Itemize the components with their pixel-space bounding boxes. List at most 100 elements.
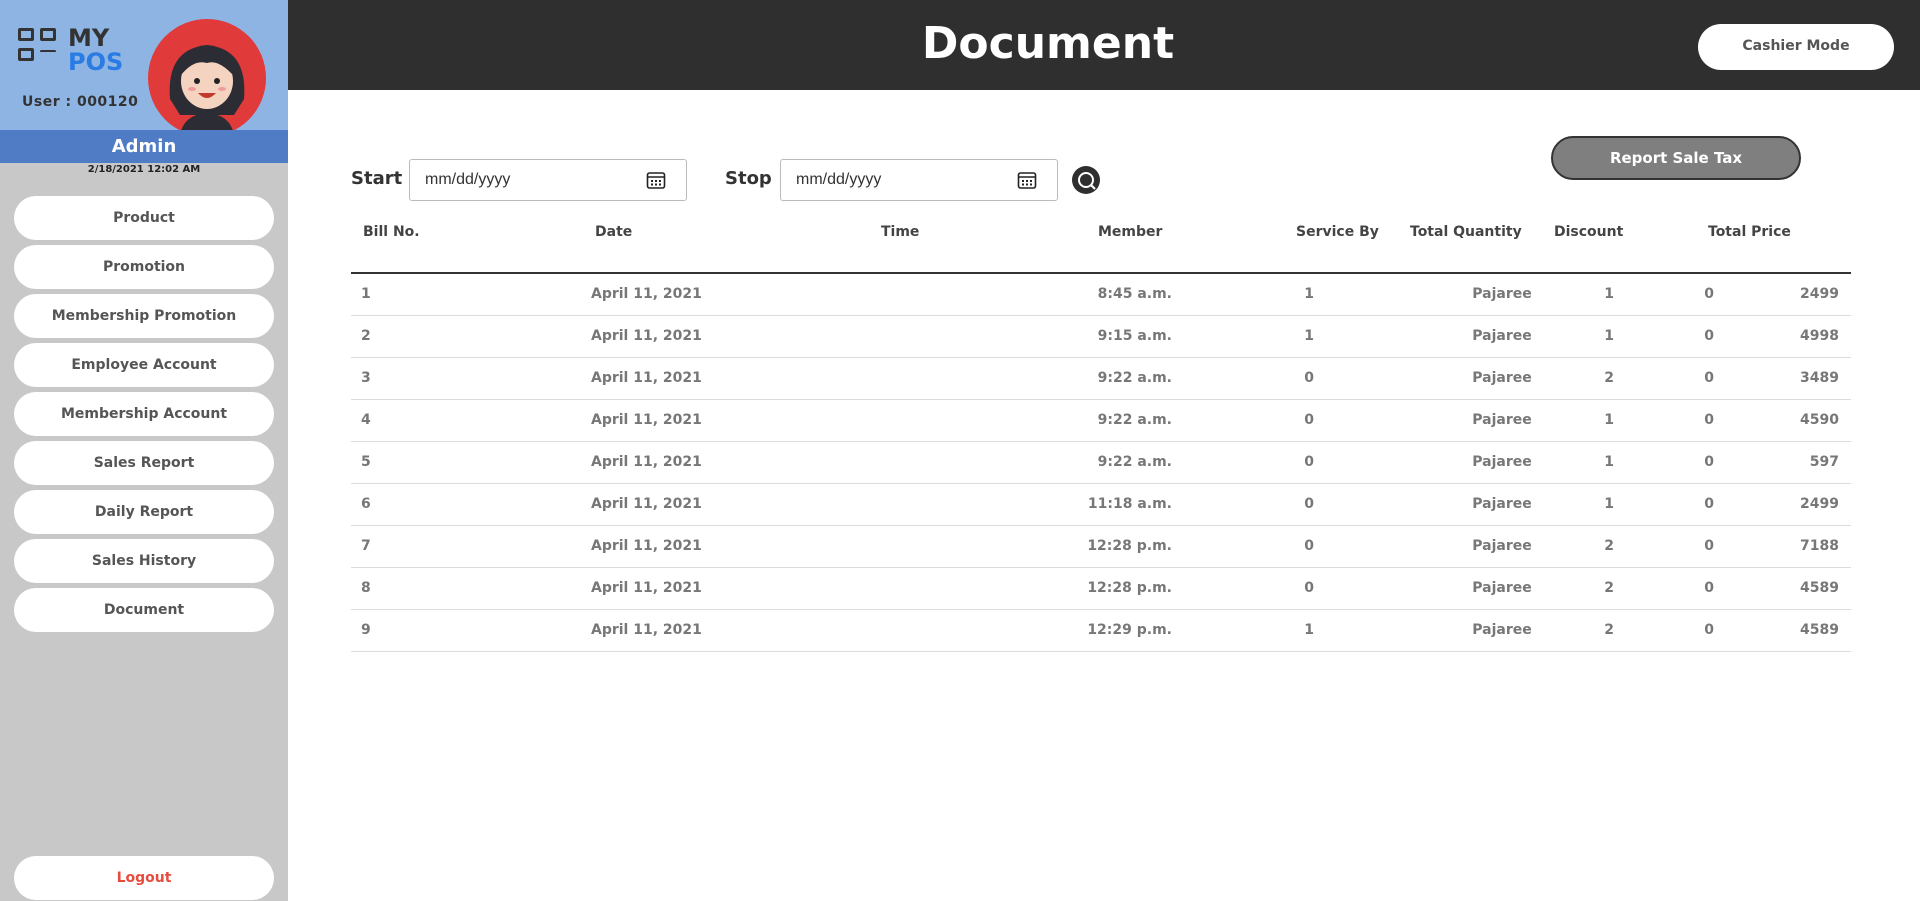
sidebar-item-product[interactable]: Product (14, 196, 274, 240)
table-row[interactable]: 4 April 11, 2021 9:22 a.m. 0 Pajaree 1 0 4590 (351, 400, 1851, 442)
cell-discount: 0 (1704, 622, 1714, 638)
table-row[interactable]: 6 April 11, 2021 11:18 a.m. 0 Pajaree 1 0 2499 (351, 484, 1851, 526)
cell-total-quantity: 2 (1604, 538, 1614, 554)
logo-line-1: MY (68, 24, 110, 52)
cell-member: 0 (1304, 580, 1314, 596)
column-header-service-by[interactable]: Service By (1296, 224, 1379, 240)
sidebar-item-promotion[interactable]: Promotion (14, 245, 274, 289)
cell-total-quantity: 1 (1604, 496, 1614, 512)
sidebar-item-membership-promotion[interactable]: Membership Promotion (14, 294, 274, 338)
user-info: User : 000120 (22, 94, 138, 110)
column-header-member[interactable]: Member (1098, 224, 1162, 240)
sidebar-item-daily-report[interactable]: Daily Report (14, 490, 274, 534)
cell-time: 12:29 p.m. (1087, 622, 1172, 638)
cell-member: 0 (1304, 496, 1314, 512)
cell-total-price: 2499 (1800, 496, 1839, 512)
cell-member: 0 (1304, 454, 1314, 470)
cell-total-price: 4589 (1800, 580, 1839, 596)
cell-time: 11:18 a.m. (1087, 496, 1172, 512)
column-header-bill-no[interactable]: Bill No. (363, 224, 420, 240)
cell-discount: 0 (1704, 412, 1714, 428)
start-date-placeholder: mm/dd/yyyy (425, 171, 511, 188)
cell-member: 1 (1304, 328, 1314, 344)
sidebar-item-sales-report[interactable]: Sales Report (14, 441, 274, 485)
cell-service-by: Pajaree (1472, 328, 1532, 344)
cell-service-by: Pajaree (1472, 580, 1532, 596)
logo-line-2: POS (68, 48, 124, 76)
cell-date: April 11, 2021 (591, 538, 702, 554)
cell-member: 0 (1304, 538, 1314, 554)
cell-time: 12:28 p.m. (1087, 538, 1172, 554)
table-row[interactable]: 7 April 11, 2021 12:28 p.m. 0 Pajaree 2 0 7188 (351, 526, 1851, 568)
cell-date: April 11, 2021 (591, 328, 702, 344)
cell-total-price: 3489 (1800, 370, 1839, 386)
table-header: Bill No. Date Time Member Service By Tot… (351, 210, 1851, 274)
column-header-discount[interactable]: Discount (1554, 224, 1623, 240)
cell-total-price: 4998 (1800, 328, 1839, 344)
cell-total-price: 4589 (1800, 622, 1839, 638)
start-label: Start (351, 168, 403, 189)
document-table: Bill No. Date Time Member Service By Tot… (351, 210, 1851, 652)
cell-total-quantity: 2 (1604, 580, 1614, 596)
sidebar-item-employee-account[interactable]: Employee Account (14, 343, 274, 387)
cell-total-quantity: 1 (1604, 286, 1614, 302)
calendar-icon[interactable] (646, 170, 666, 190)
logo-text: MY POS (68, 26, 123, 74)
cell-discount: 0 (1704, 328, 1714, 344)
report-sale-tax-button[interactable]: Report Sale Tax (1551, 136, 1801, 180)
current-datetime: 2/18/2021 12:02 AM (87, 164, 201, 175)
cashier-mode-button[interactable]: Cashier Mode (1698, 24, 1894, 70)
search-icon (1078, 172, 1096, 190)
top-header: Document Cashier Mode (288, 0, 1920, 90)
table-row[interactable]: 3 April 11, 2021 9:22 a.m. 0 Pajaree 2 0 3489 (351, 358, 1851, 400)
cell-total-price: 2499 (1800, 286, 1839, 302)
cell-time: 9:15 a.m. (1097, 328, 1172, 344)
table-row[interactable]: 5 April 11, 2021 9:22 a.m. 0 Pajaree 1 0 597 (351, 442, 1851, 484)
table-row[interactable]: 2 April 11, 2021 9:15 a.m. 1 Pajaree 1 0 4998 (351, 316, 1851, 358)
cell-date: April 11, 2021 (591, 580, 702, 596)
user-label: User : (22, 94, 72, 110)
column-header-total-price[interactable]: Total Price (1708, 224, 1791, 240)
cell-service-by: Pajaree (1472, 454, 1532, 470)
column-header-total-quantity[interactable]: Total Quantity (1410, 224, 1522, 240)
cell-total-price: 7188 (1800, 538, 1839, 554)
page-title: Document (921, 18, 1175, 69)
cell-date: April 11, 2021 (591, 412, 702, 428)
cell-total-quantity: 2 (1604, 370, 1614, 386)
table-row[interactable]: 9 April 11, 2021 12:29 p.m. 1 Pajaree 2 0 4589 (351, 610, 1851, 652)
cell-total-price: 4590 (1800, 412, 1839, 428)
cell-total-quantity: 1 (1604, 412, 1614, 428)
cell-bill-no: 2 (361, 328, 371, 344)
cell-service-by: Pajaree (1472, 286, 1532, 302)
cell-discount: 0 (1704, 370, 1714, 386)
cell-time: 12:28 p.m. (1087, 580, 1172, 596)
cell-bill-no: 9 (361, 622, 371, 638)
cell-member: 1 (1304, 622, 1314, 638)
cell-date: April 11, 2021 (591, 496, 702, 512)
cell-total-quantity: 1 (1604, 454, 1614, 470)
sidebar-item-document[interactable]: Document (14, 588, 274, 632)
cell-date: April 11, 2021 (591, 622, 702, 638)
table-row[interactable]: 1 April 11, 2021 8:45 a.m. 1 Pajaree 1 0 2499 (351, 274, 1851, 316)
cell-member: 0 (1304, 412, 1314, 428)
cell-service-by: Pajaree (1472, 496, 1532, 512)
logout-button[interactable]: Logout (14, 856, 274, 900)
stop-date-placeholder: mm/dd/yyyy (796, 171, 882, 188)
cell-discount: 0 (1704, 580, 1714, 596)
cell-service-by: Pajaree (1472, 622, 1532, 638)
cell-service-by: Pajaree (1472, 412, 1532, 428)
cell-discount: 0 (1704, 538, 1714, 554)
column-header-time[interactable]: Time (881, 224, 919, 240)
user-id: 000120 (76, 94, 139, 110)
search-button[interactable] (1072, 166, 1100, 194)
cell-total-price: 597 (1809, 454, 1839, 470)
table-row[interactable]: 8 April 11, 2021 12:28 p.m. 0 Pajaree 2 0 4589 (351, 568, 1851, 610)
grid-logo-icon (18, 28, 64, 68)
sidebar-item-sales-history[interactable]: Sales History (14, 539, 274, 583)
cell-time: 9:22 a.m. (1097, 370, 1172, 386)
cell-bill-no: 6 (361, 496, 371, 512)
cell-member: 0 (1304, 370, 1314, 386)
column-header-date[interactable]: Date (595, 224, 632, 240)
sidebar-item-membership-account[interactable]: Membership Account (14, 392, 274, 436)
calendar-icon[interactable] (1017, 170, 1037, 190)
